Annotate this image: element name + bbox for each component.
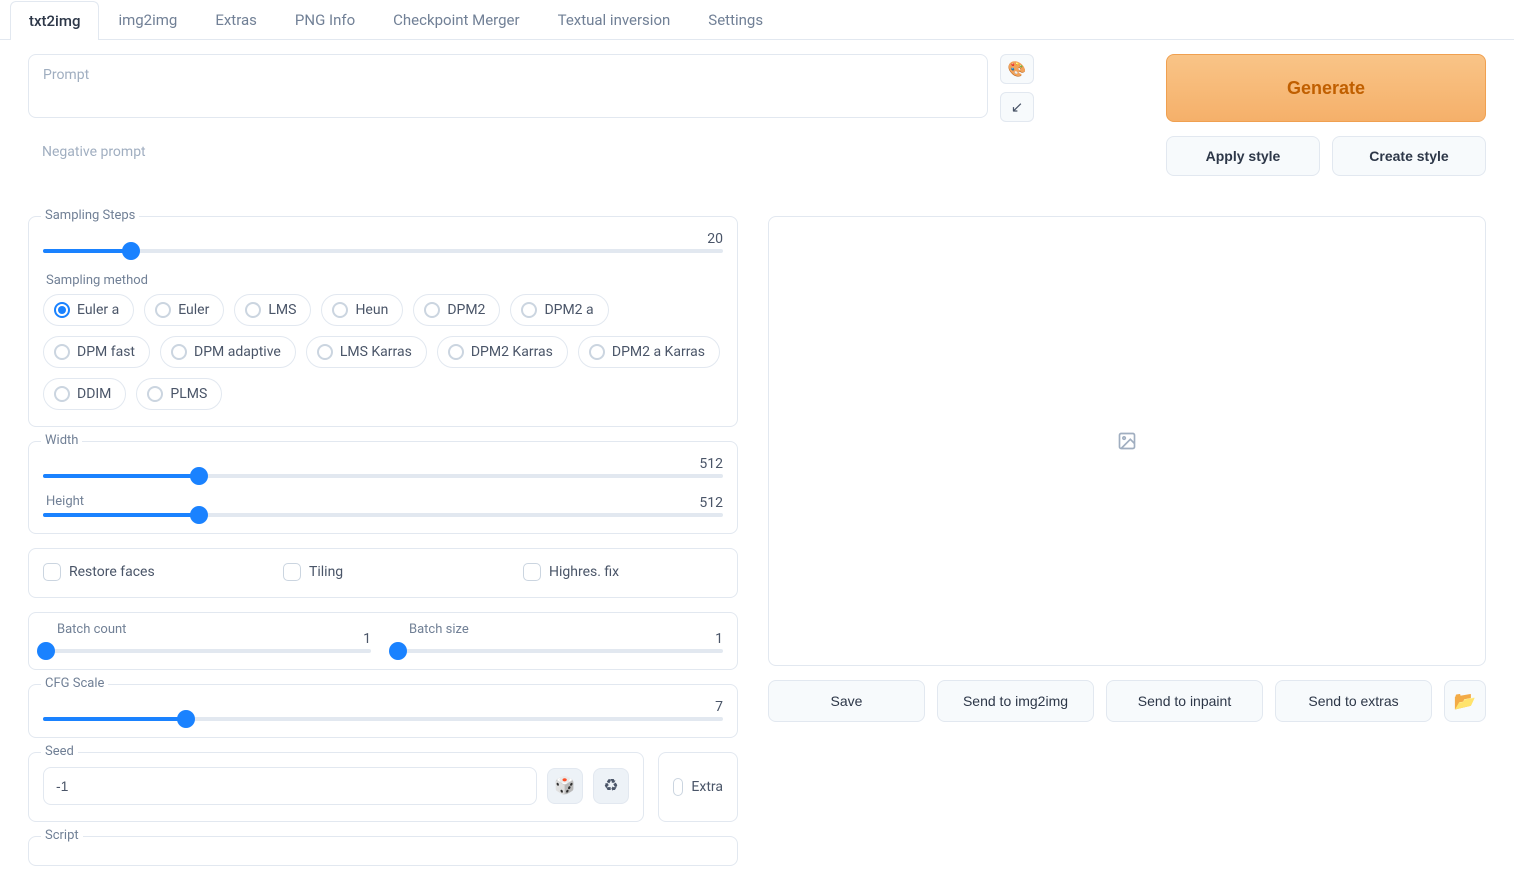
seed-extra-label: Extra <box>691 779 723 795</box>
arrow-icon: ↙ <box>1011 98 1024 116</box>
folder-icon: 📂 <box>1454 691 1476 712</box>
palette-icon: 🎨 <box>1008 60 1027 78</box>
seed-random-button[interactable]: 🎲 <box>547 768 583 804</box>
open-folder-button[interactable]: 📂 <box>1444 680 1486 722</box>
seed-panel: Seed 🎲 ♻ <box>28 752 644 822</box>
radio-dpm-adaptive[interactable]: DPM adaptive <box>160 336 296 368</box>
tab-txt2img[interactable]: txt2img <box>10 1 99 40</box>
script-label: Script <box>41 828 83 843</box>
interrogate-button[interactable]: ↙ <box>1000 92 1034 122</box>
dice-icon: 🎲 <box>554 776 575 796</box>
palette-button[interactable]: 🎨 <box>1000 54 1034 84</box>
apply-style-button[interactable]: Apply style <box>1166 136 1320 176</box>
radio-euler-a[interactable]: Euler a <box>43 294 134 326</box>
sampling-panel: Sampling Steps 20 Sampling method Euler … <box>28 216 738 427</box>
send-extras-button[interactable]: Send to extras <box>1275 680 1432 722</box>
height-slider[interactable] <box>43 513 723 517</box>
batch-count-label: Batch count <box>53 622 130 637</box>
tab-textual-inversion[interactable]: Textual inversion <box>539 0 690 39</box>
restore-faces-checkbox[interactable]: Restore faces <box>43 563 243 581</box>
sampling-steps-value: 20 <box>43 231 723 247</box>
radio-dpm2-a-karras[interactable]: DPM2 a Karras <box>578 336 720 368</box>
radio-dpm2-karras[interactable]: DPM2 Karras <box>437 336 568 368</box>
radio-euler[interactable]: Euler <box>144 294 224 326</box>
tab-checkpoint-merger[interactable]: Checkpoint Merger <box>374 0 538 39</box>
tab-img2img[interactable]: img2img <box>99 0 196 39</box>
send-img2img-button[interactable]: Send to img2img <box>937 680 1094 722</box>
prompt-input[interactable]: Prompt <box>28 54 988 118</box>
radio-heun[interactable]: Heun <box>321 294 403 326</box>
tab-extras[interactable]: Extras <box>196 0 276 39</box>
seed-reuse-button[interactable]: ♻ <box>593 768 629 804</box>
options-panel: Restore faces Tiling Highres. fix <box>28 548 738 598</box>
save-button[interactable]: Save <box>768 680 925 722</box>
image-placeholder-icon <box>1117 431 1137 451</box>
tabs-bar: txt2img img2img Extras PNG Info Checkpoi… <box>0 0 1514 40</box>
height-value: 512 <box>43 495 723 511</box>
send-inpaint-button[interactable]: Send to inpaint <box>1106 680 1263 722</box>
generate-button[interactable]: Generate <box>1166 54 1486 122</box>
cfg-label: CFG Scale <box>41 676 108 691</box>
dimensions-panel: Width 512 Height 512 <box>28 441 738 534</box>
tiling-checkbox[interactable]: Tiling <box>283 563 483 581</box>
seed-input[interactable] <box>43 767 537 805</box>
sampling-method-label: Sampling method <box>43 273 723 288</box>
width-slider[interactable] <box>43 474 723 478</box>
sampling-steps-slider[interactable] <box>43 249 723 253</box>
highres-fix-checkbox[interactable]: Highres. fix <box>523 563 723 581</box>
width-value: 512 <box>43 456 723 472</box>
batch-size-slider[interactable] <box>395 649 723 653</box>
script-panel[interactable]: Script <box>28 836 738 866</box>
seed-extra-panel: Extra <box>658 752 738 822</box>
seed-extra-checkbox[interactable] <box>673 778 683 796</box>
radio-lms[interactable]: LMS <box>234 294 311 326</box>
seed-label: Seed <box>41 744 78 759</box>
negative-prompt-input[interactable]: Negative prompt <box>28 132 988 188</box>
width-label: Width <box>41 433 82 448</box>
radio-lms-karras[interactable]: LMS Karras <box>306 336 427 368</box>
batch-panel: Batch count 1 Batch size 1 <box>28 612 738 670</box>
radio-dpm2[interactable]: DPM2 <box>413 294 500 326</box>
tab-settings[interactable]: Settings <box>689 0 782 39</box>
sampling-steps-label: Sampling Steps <box>41 208 139 223</box>
batch-count-slider[interactable] <box>43 649 371 653</box>
radio-ddim[interactable]: DDIM <box>43 378 126 410</box>
recycle-icon: ♻ <box>603 776 618 796</box>
cfg-slider[interactable] <box>43 717 723 721</box>
radio-dpm2-a[interactable]: DPM2 a <box>510 294 608 326</box>
radio-dpm-fast[interactable]: DPM fast <box>43 336 150 368</box>
cfg-panel: CFG Scale 7 <box>28 684 738 738</box>
output-preview <box>768 216 1486 666</box>
radio-plms[interactable]: PLMS <box>136 378 222 410</box>
tab-png-info[interactable]: PNG Info <box>276 0 374 39</box>
create-style-button[interactable]: Create style <box>1332 136 1486 176</box>
batch-size-label: Batch size <box>405 622 473 637</box>
cfg-value: 7 <box>43 699 723 715</box>
sampling-method-radios: Euler a Euler LMS Heun DPM2 DPM2 a DPM f… <box>43 294 723 410</box>
